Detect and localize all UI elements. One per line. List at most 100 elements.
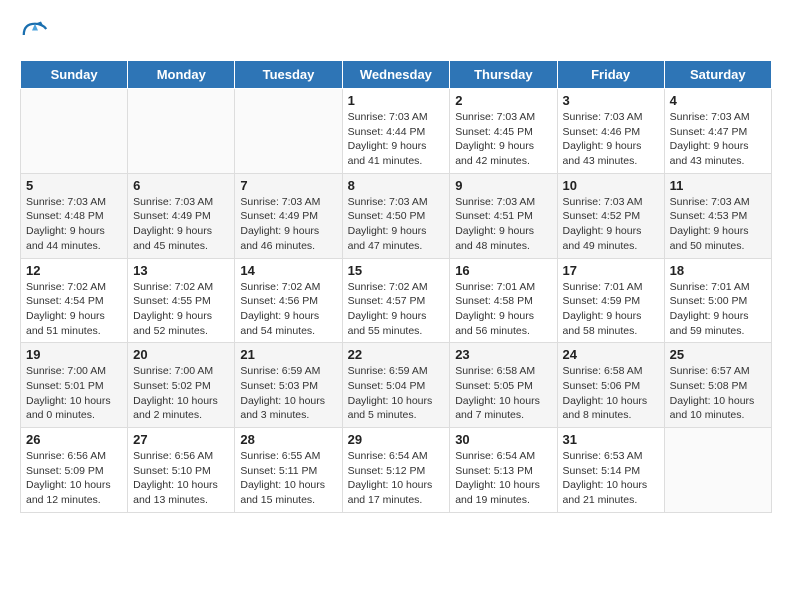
weekday-wednesday: Wednesday (342, 61, 450, 89)
day-info: Sunrise: 7:03 AM Sunset: 4:49 PM Dayligh… (240, 195, 336, 254)
weekday-monday: Monday (128, 61, 235, 89)
calendar-cell (128, 89, 235, 174)
calendar-cell: 17 Sunrise: 7:01 AM Sunset: 4:59 PM Dayli… (557, 258, 664, 343)
day-info: Sunrise: 7:00 AM Sunset: 5:01 PM Dayligh… (26, 364, 122, 423)
calendar-cell: 25 Sunrise: 6:57 AM Sunset: 5:08 PM Dayli… (664, 343, 771, 428)
day-number: 15 (348, 263, 445, 278)
day-info: Sunrise: 6:53 AM Sunset: 5:14 PM Dayligh… (563, 449, 659, 508)
day-number: 2 (455, 93, 551, 108)
calendar-cell (235, 89, 342, 174)
calendar-cell: 13 Sunrise: 7:02 AM Sunset: 4:55 PM Dayli… (128, 258, 235, 343)
calendar-cell: 22 Sunrise: 6:59 AM Sunset: 5:04 PM Dayli… (342, 343, 450, 428)
day-number: 13 (133, 263, 229, 278)
day-info: Sunrise: 7:03 AM Sunset: 4:52 PM Dayligh… (563, 195, 659, 254)
day-info: Sunrise: 7:02 AM Sunset: 4:54 PM Dayligh… (26, 280, 122, 339)
calendar-cell: 16 Sunrise: 7:01 AM Sunset: 4:58 PM Dayli… (450, 258, 557, 343)
day-number: 5 (26, 178, 122, 193)
weekday-thursday: Thursday (450, 61, 557, 89)
day-number: 29 (348, 432, 445, 447)
weekday-friday: Friday (557, 61, 664, 89)
day-number: 31 (563, 432, 659, 447)
calendar-week-row: 5 Sunrise: 7:03 AM Sunset: 4:48 PM Daylig… (21, 173, 772, 258)
day-number: 10 (563, 178, 659, 193)
day-number: 20 (133, 347, 229, 362)
calendar-cell: 7Sunrise: 7:03 AM Sunset: 4:49 PM Daylig… (235, 173, 342, 258)
calendar-cell: 9Sunrise: 7:03 AM Sunset: 4:51 PM Daylig… (450, 173, 557, 258)
day-info: Sunrise: 6:59 AM Sunset: 5:03 PM Dayligh… (240, 364, 336, 423)
day-number: 4 (670, 93, 766, 108)
day-info: Sunrise: 6:58 AM Sunset: 5:05 PM Dayligh… (455, 364, 551, 423)
day-number: 24 (563, 347, 659, 362)
day-number: 21 (240, 347, 336, 362)
calendar-cell: 21 Sunrise: 6:59 AM Sunset: 5:03 PM Dayli… (235, 343, 342, 428)
calendar-cell: 27Sunrise: 6:56 AM Sunset: 5:10 PM Dayli… (128, 428, 235, 513)
calendar-cell: 2 Sunrise: 7:03 AM Sunset: 4:45 PM Daylig… (450, 89, 557, 174)
day-number: 16 (455, 263, 551, 278)
day-number: 19 (26, 347, 122, 362)
logo-icon (20, 20, 50, 50)
day-info: Sunrise: 7:03 AM Sunset: 4:44 PM Dayligh… (348, 110, 445, 169)
day-number: 17 (563, 263, 659, 278)
calendar-cell: 24Sunrise: 6:58 AM Sunset: 5:06 PM Dayli… (557, 343, 664, 428)
day-info: Sunrise: 7:03 AM Sunset: 4:46 PM Dayligh… (563, 110, 659, 169)
calendar-cell: 1 Sunrise: 7:03 AM Sunset: 4:44 PM Daylig… (342, 89, 450, 174)
calendar-cell: 30 Sunrise: 6:54 AM Sunset: 5:13 PM Dayli… (450, 428, 557, 513)
day-info: Sunrise: 7:03 AM Sunset: 4:47 PM Dayligh… (670, 110, 766, 169)
day-number: 11 (670, 178, 766, 193)
day-number: 12 (26, 263, 122, 278)
calendar-header: SundayMondayTuesdayWednesdayThursdayFrid… (21, 61, 772, 89)
calendar-cell: 10 Sunrise: 7:03 AM Sunset: 4:52 PM Dayli… (557, 173, 664, 258)
day-info: Sunrise: 6:57 AM Sunset: 5:08 PM Dayligh… (670, 364, 766, 423)
day-info: Sunrise: 7:02 AM Sunset: 4:56 PM Dayligh… (240, 280, 336, 339)
calendar-cell: 14Sunrise: 7:02 AM Sunset: 4:56 PM Dayli… (235, 258, 342, 343)
day-info: Sunrise: 6:54 AM Sunset: 5:12 PM Dayligh… (348, 449, 445, 508)
day-number: 3 (563, 93, 659, 108)
day-info: Sunrise: 6:54 AM Sunset: 5:13 PM Dayligh… (455, 449, 551, 508)
day-number: 26 (26, 432, 122, 447)
calendar-cell: 4 Sunrise: 7:03 AM Sunset: 4:47 PM Daylig… (664, 89, 771, 174)
calendar-week-row: 1 Sunrise: 7:03 AM Sunset: 4:44 PM Daylig… (21, 89, 772, 174)
calendar-week-row: 12 Sunrise: 7:02 AM Sunset: 4:54 PM Dayli… (21, 258, 772, 343)
day-number: 28 (240, 432, 336, 447)
day-info: Sunrise: 7:03 AM Sunset: 4:45 PM Dayligh… (455, 110, 551, 169)
day-number: 27 (133, 432, 229, 447)
calendar-cell: 3 Sunrise: 7:03 AM Sunset: 4:46 PM Daylig… (557, 89, 664, 174)
day-info: Sunrise: 7:02 AM Sunset: 4:57 PM Dayligh… (348, 280, 445, 339)
weekday-row: SundayMondayTuesdayWednesdayThursdayFrid… (21, 61, 772, 89)
day-number: 25 (670, 347, 766, 362)
day-info: Sunrise: 7:02 AM Sunset: 4:55 PM Dayligh… (133, 280, 229, 339)
page-header (20, 20, 772, 50)
day-info: Sunrise: 7:01 AM Sunset: 4:58 PM Dayligh… (455, 280, 551, 339)
calendar-cell: 26 Sunrise: 6:56 AM Sunset: 5:09 PM Dayli… (21, 428, 128, 513)
calendar-table: SundayMondayTuesdayWednesdayThursdayFrid… (20, 60, 772, 513)
calendar-cell: 5 Sunrise: 7:03 AM Sunset: 4:48 PM Daylig… (21, 173, 128, 258)
weekday-tuesday: Tuesday (235, 61, 342, 89)
day-number: 1 (348, 93, 445, 108)
day-number: 23 (455, 347, 551, 362)
calendar-cell (664, 428, 771, 513)
day-info: Sunrise: 7:03 AM Sunset: 4:53 PM Dayligh… (670, 195, 766, 254)
calendar-cell: 19 Sunrise: 7:00 AM Sunset: 5:01 PM Dayli… (21, 343, 128, 428)
day-info: Sunrise: 7:00 AM Sunset: 5:02 PM Dayligh… (133, 364, 229, 423)
calendar-week-row: 19 Sunrise: 7:00 AM Sunset: 5:01 PM Dayli… (21, 343, 772, 428)
day-number: 30 (455, 432, 551, 447)
day-info: Sunrise: 7:01 AM Sunset: 5:00 PM Dayligh… (670, 280, 766, 339)
calendar-cell: 20 Sunrise: 7:00 AM Sunset: 5:02 PM Dayli… (128, 343, 235, 428)
calendar-cell: 8 Sunrise: 7:03 AM Sunset: 4:50 PM Daylig… (342, 173, 450, 258)
calendar-body: 1 Sunrise: 7:03 AM Sunset: 4:44 PM Daylig… (21, 89, 772, 513)
day-info: Sunrise: 7:03 AM Sunset: 4:50 PM Dayligh… (348, 195, 445, 254)
day-info: Sunrise: 7:03 AM Sunset: 4:49 PM Dayligh… (133, 195, 229, 254)
calendar-cell: 15 Sunrise: 7:02 AM Sunset: 4:57 PM Dayli… (342, 258, 450, 343)
day-number: 8 (348, 178, 445, 193)
calendar-cell: 6Sunrise: 7:03 AM Sunset: 4:49 PM Daylig… (128, 173, 235, 258)
calendar-cell: 23 Sunrise: 6:58 AM Sunset: 5:05 PM Dayli… (450, 343, 557, 428)
day-info: Sunrise: 6:55 AM Sunset: 5:11 PM Dayligh… (240, 449, 336, 508)
day-info: Sunrise: 6:59 AM Sunset: 5:04 PM Dayligh… (348, 364, 445, 423)
calendar-cell: 31 Sunrise: 6:53 AM Sunset: 5:14 PM Dayli… (557, 428, 664, 513)
day-info: Sunrise: 7:03 AM Sunset: 4:51 PM Dayligh… (455, 195, 551, 254)
day-info: Sunrise: 7:01 AM Sunset: 4:59 PM Dayligh… (563, 280, 659, 339)
day-info: Sunrise: 6:56 AM Sunset: 5:09 PM Dayligh… (26, 449, 122, 508)
day-number: 22 (348, 347, 445, 362)
day-info: Sunrise: 7:03 AM Sunset: 4:48 PM Dayligh… (26, 195, 122, 254)
calendar-cell: 12 Sunrise: 7:02 AM Sunset: 4:54 PM Dayli… (21, 258, 128, 343)
